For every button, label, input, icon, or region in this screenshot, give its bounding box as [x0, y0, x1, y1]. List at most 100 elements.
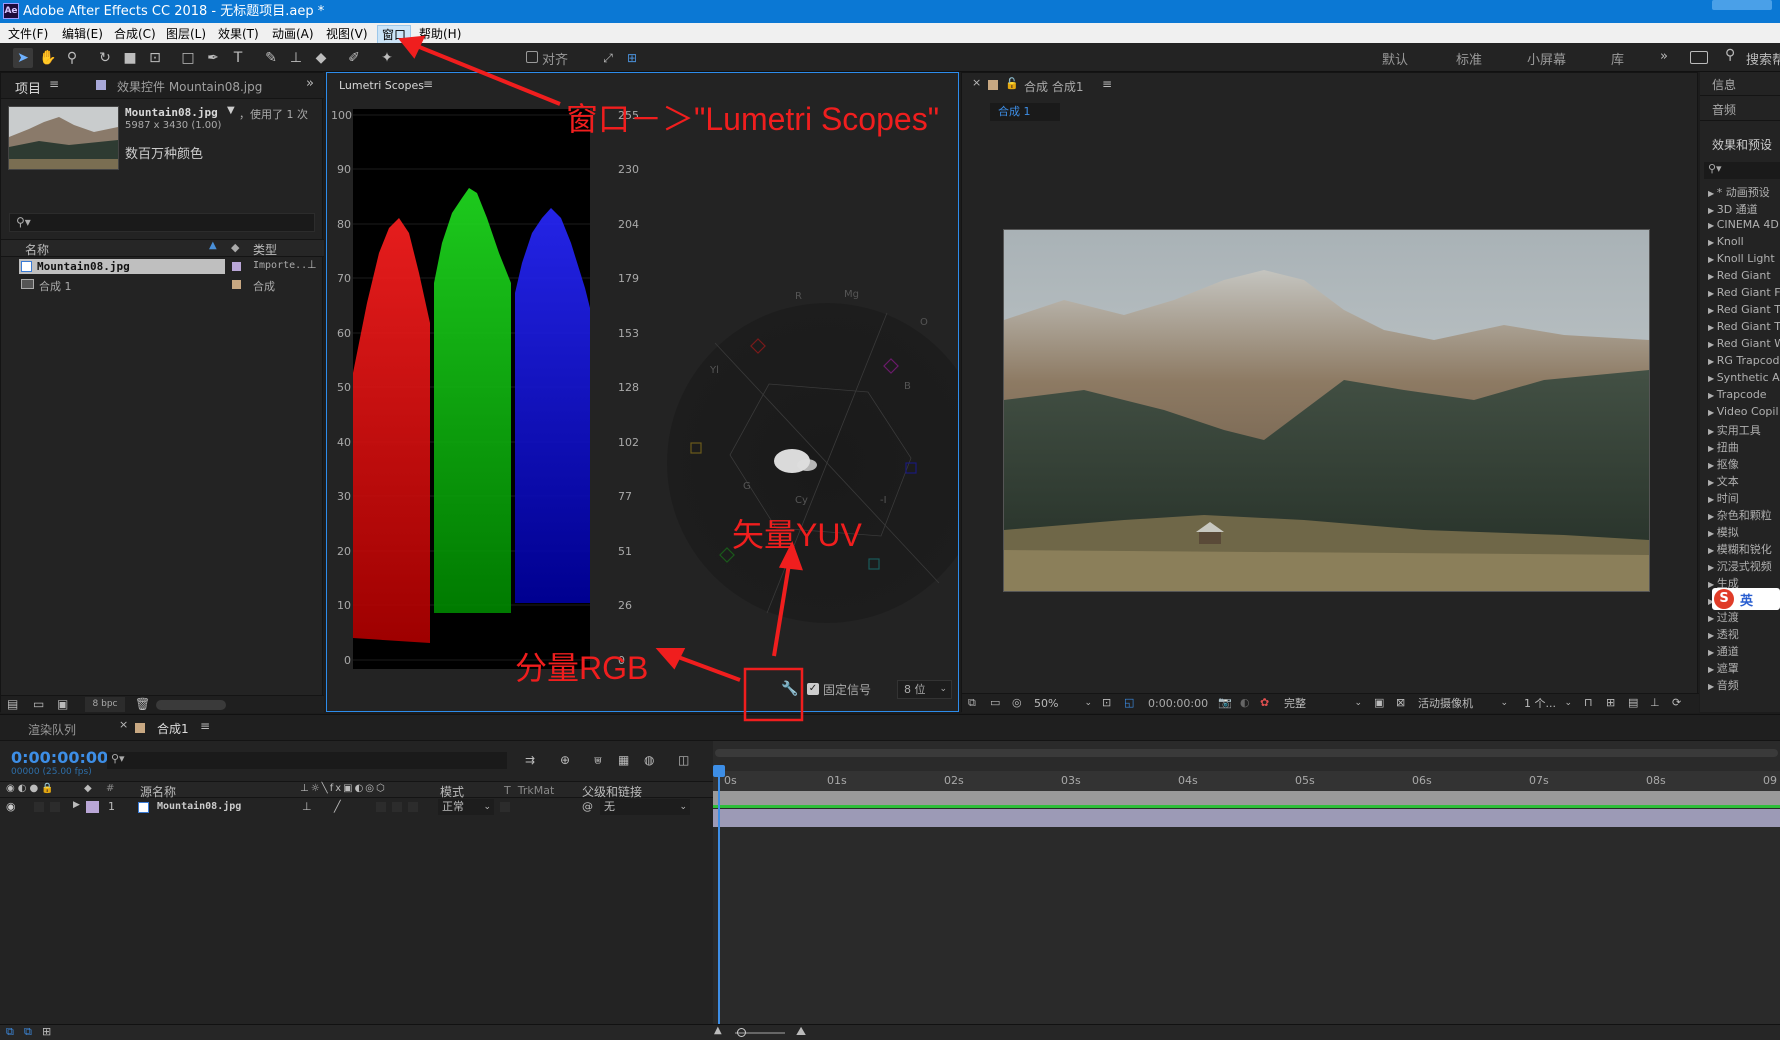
always-preview-icon[interactable]: ⧉: [968, 696, 976, 710]
clamp-signal-checkbox[interactable]: ✓: [807, 683, 819, 695]
zoom-slider-thumb[interactable]: [737, 1028, 746, 1037]
effect-category-item[interactable]: ▶ Trapcode: [1708, 388, 1767, 401]
motion-blur-icon[interactable]: ◍: [644, 753, 654, 767]
effect-category-item[interactable]: ▶ Red Giant F: [1708, 286, 1780, 299]
expand-arrow-icon[interactable]: ▶: [1708, 461, 1717, 470]
shy-switch-icon[interactable]: ⊥: [302, 800, 312, 813]
rectangle-tool-icon[interactable]: □: [178, 48, 198, 68]
effect-category-item[interactable]: ▶ 过渡: [1708, 609, 1739, 625]
expand-arrow-icon[interactable]: ▶: [1708, 512, 1717, 521]
expand-arrow-icon[interactable]: ▶: [1708, 255, 1717, 264]
effect-category-item[interactable]: ▶ Knoll Light: [1708, 252, 1775, 265]
panel-overflow-icon[interactable]: »: [306, 76, 314, 91]
show-snapshot-icon[interactable]: ◐: [1240, 696, 1250, 709]
expand-arrow-icon[interactable]: ▶: [1708, 340, 1717, 349]
work-area-range[interactable]: [713, 791, 1780, 805]
new-composition-icon[interactable]: ▣: [57, 697, 68, 711]
effect-category-item[interactable]: ▶ Red Giant T: [1708, 320, 1780, 333]
footage-dropdown-icon[interactable]: ▼: [227, 105, 235, 116]
expand-arrow-icon[interactable]: ▶: [1708, 272, 1717, 281]
expand-arrow-icon[interactable]: ▶: [1708, 238, 1717, 247]
interpret-footage-icon[interactable]: ▤: [7, 697, 18, 711]
panel-menu-icon[interactable]: ≡: [49, 77, 59, 91]
bit-depth-button[interactable]: 8 bpc: [85, 697, 125, 712]
frame-blending-icon[interactable]: ▦: [618, 753, 629, 767]
audio-tab[interactable]: 音频: [1700, 97, 1780, 121]
switch-box[interactable]: [392, 802, 402, 812]
effect-category-item[interactable]: ▶ Red Giant: [1708, 269, 1771, 282]
effect-category-item[interactable]: ▶ 扭曲: [1708, 439, 1739, 455]
layer-label-swatch[interactable]: [86, 801, 99, 813]
effect-category-item[interactable]: ▶ Red Giant W: [1708, 337, 1780, 350]
transparency-grid-icon[interactable]: ◱: [1124, 696, 1134, 709]
expand-arrow-icon[interactable]: ▶: [1708, 427, 1717, 436]
column-type[interactable]: 类型: [253, 241, 277, 258]
blend-mode-select[interactable]: 正常 ⌄: [438, 799, 494, 815]
zoom-in-icon[interactable]: ⛰: [796, 1024, 806, 1039]
color-channels-icon[interactable]: ✿: [1260, 696, 1269, 709]
layer-switches-toggle-icon[interactable]: ⧉: [6, 1025, 14, 1039]
project-row[interactable]: 合成 1 合成: [1, 276, 324, 293]
exposure-icon[interactable]: ⟳: [1672, 696, 1681, 709]
region-of-interest-icon[interactable]: ▣: [1374, 696, 1384, 709]
project-row[interactable]: Mountain08.jpg Importe.. ⊥: [1, 258, 324, 275]
effect-category-item[interactable]: ▶ 3D 通道: [1708, 201, 1758, 217]
expand-arrow-icon[interactable]: ▶: [1708, 221, 1717, 230]
layer-name[interactable]: Mountain08.jpg: [157, 801, 241, 812]
effect-category-item[interactable]: ▶ Synthetic A: [1708, 371, 1780, 384]
toggle-transparency-icon[interactable]: ⊠: [1396, 696, 1405, 709]
timeline-timecode[interactable]: 0:00:00:00: [11, 748, 108, 767]
zoom-select[interactable]: 50% ⌄: [1034, 695, 1094, 712]
effect-category-item[interactable]: ▶ 遮罩: [1708, 660, 1739, 676]
snapshot-camera-icon[interactable]: 📷: [1218, 696, 1232, 709]
new-folder-icon[interactable]: ▭: [33, 697, 44, 711]
column-parent[interactable]: 父级和链接: [582, 783, 642, 800]
effect-category-item[interactable]: ▶ 音频: [1708, 677, 1739, 693]
column-source-name[interactable]: 源名称: [140, 783, 176, 800]
bit-depth-select[interactable]: 8 位 ⌄: [897, 680, 952, 699]
effect-category-item[interactable]: ▶ 文本: [1708, 473, 1739, 489]
project-search-input[interactable]: ⚲▾: [9, 213, 315, 232]
effect-category-item[interactable]: ▶ 模拟: [1708, 524, 1739, 540]
tab-render-queue[interactable]: 渲染队列: [28, 721, 76, 738]
sync-settings-icon[interactable]: [1690, 51, 1708, 64]
parent-select[interactable]: 无 ⌄: [600, 799, 690, 815]
label-column-icon[interactable]: ◆: [231, 241, 239, 254]
menu-view[interactable]: 视图(V): [322, 25, 372, 42]
modes-toggle-icon[interactable]: ⧉: [24, 1025, 32, 1039]
flowchart-icon[interactable]: ⊥: [1650, 696, 1660, 709]
menu-layer[interactable]: 图层(L): [162, 25, 210, 42]
effect-category-item[interactable]: ▶ 抠像: [1708, 456, 1739, 472]
workspace-standard[interactable]: 标准: [1456, 49, 1482, 68]
layer-row[interactable]: ◉ ▶ 1 Mountain08.jpg ⊥ ╱ 正常 ⌄ @ 无 ⌄: [0, 799, 713, 816]
hand-tool-icon[interactable]: ✋: [38, 48, 58, 68]
flowchart-icon[interactable]: ⊥: [307, 258, 317, 271]
switch-box[interactable]: [376, 802, 386, 812]
draft-3d-icon[interactable]: ⊕: [560, 753, 570, 767]
roto-brush-tool-icon[interactable]: ✐: [344, 48, 364, 68]
column-name[interactable]: 名称: [25, 241, 49, 258]
tab-effect-controls[interactable]: 效果控件 Mountain08.jpg: [117, 78, 262, 95]
expand-arrow-icon[interactable]: ▶: [1708, 682, 1717, 691]
sort-ascending-icon[interactable]: ▲: [209, 240, 217, 251]
visibility-eye-icon[interactable]: ◉: [6, 800, 16, 813]
trkmat-box[interactable]: [500, 802, 510, 812]
expand-arrow-icon[interactable]: ▶: [1708, 614, 1717, 623]
window-controls[interactable]: [1712, 0, 1772, 10]
thumbnail-scroll[interactable]: [156, 700, 226, 710]
quality-switch-icon[interactable]: ╱: [334, 800, 341, 813]
effect-category-item[interactable]: ▶ 时间: [1708, 490, 1739, 506]
expand-arrow-icon[interactable]: ▶: [1708, 546, 1717, 555]
resolution-select[interactable]: 完整 ⌄: [1284, 695, 1364, 712]
expand-arrow-icon[interactable]: ▶: [1708, 357, 1717, 366]
effect-category-item[interactable]: ▶ * 动画预设: [1708, 184, 1770, 200]
close-tab-icon[interactable]: ×: [119, 718, 128, 731]
shy-layers-icon[interactable]: ⩐: [594, 753, 602, 768]
effect-category-item[interactable]: ▶ 通道: [1708, 643, 1739, 659]
menu-composition[interactable]: 合成(C): [110, 25, 160, 42]
info-tab[interactable]: 信息: [1700, 72, 1780, 96]
expand-arrow-icon[interactable]: ▶: [1708, 374, 1717, 383]
expand-arrow-icon[interactable]: ▶: [73, 800, 80, 810]
search-help-field[interactable]: 搜索帮: [1746, 49, 1780, 68]
comp-breadcrumb[interactable]: 合成 1: [990, 103, 1060, 121]
